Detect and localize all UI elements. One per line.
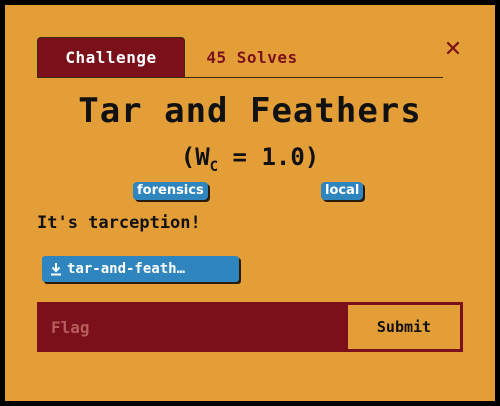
flag-form: Submit <box>37 302 463 352</box>
tag-local[interactable]: local <box>321 182 364 200</box>
challenge-weight: (WC = 1.0) <box>5 143 495 175</box>
flag-input[interactable] <box>37 302 345 352</box>
challenge-description: It's tarception! <box>37 213 201 233</box>
weight-prefix: (W <box>180 143 210 171</box>
tab-challenge[interactable]: Challenge <box>37 37 185 77</box>
challenge-title: Tar and Feathers <box>78 91 422 131</box>
tab-bar: Challenge 45 Solves <box>37 37 443 78</box>
weight-subscript: C <box>209 158 219 175</box>
challenge-modal: Challenge 45 Solves ✕ Tar and Feathers (… <box>5 5 495 401</box>
download-icon <box>50 262 62 276</box>
tab-solves[interactable]: 45 Solves <box>187 37 317 77</box>
download-file-button[interactable]: tar-and-feath… <box>42 256 239 282</box>
close-icon[interactable]: ✕ <box>441 37 465 62</box>
submit-button[interactable]: Submit <box>345 302 463 352</box>
weight-value: = 1.0) <box>218 143 320 171</box>
tag-forensics[interactable]: forensics <box>133 182 208 200</box>
download-file-label: tar-and-feath… <box>67 261 186 277</box>
